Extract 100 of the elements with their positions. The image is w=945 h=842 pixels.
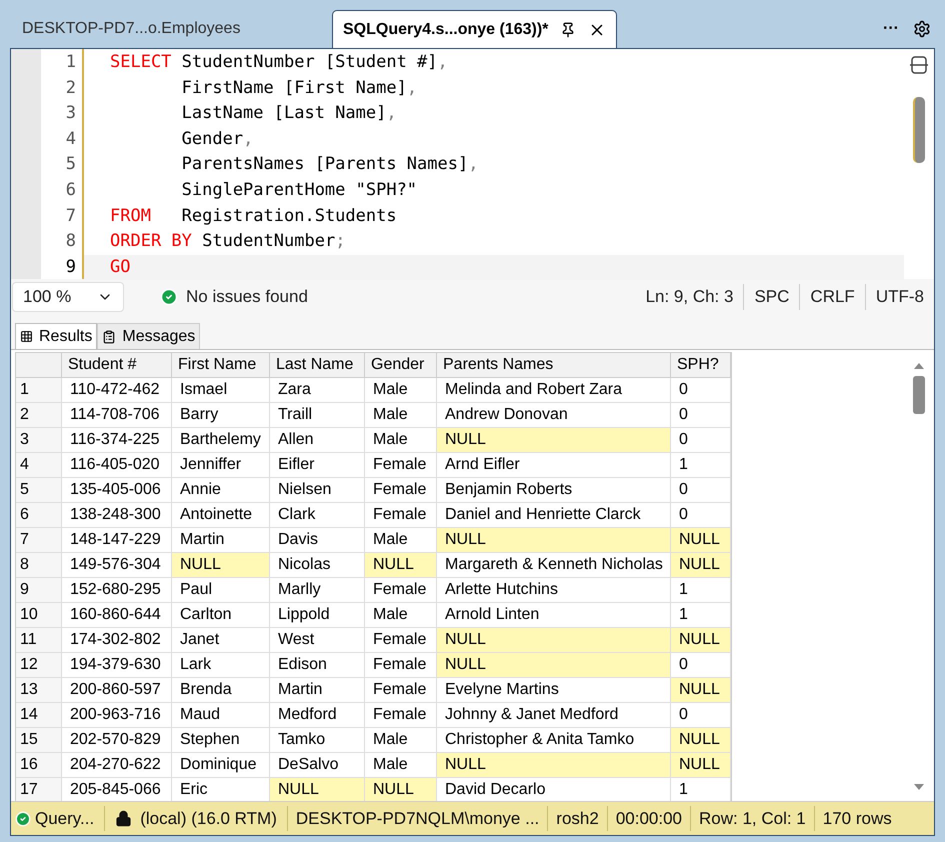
editor-status-item: Ln: 9, Ch: 3 <box>644 286 734 308</box>
zoom-dropdown[interactable]: 100 % <box>12 282 124 312</box>
code-line: ORDER BY StudentNumber; <box>110 231 346 252</box>
line-number: 7 <box>64 204 77 228</box>
row-header[interactable]: 5 <box>16 478 62 503</box>
row-header[interactable]: 2 <box>16 403 62 428</box>
row-header[interactable]: 7 <box>16 528 62 553</box>
table-cell: Lark <box>172 653 270 678</box>
table-cell: 202-570-829 <box>62 728 172 753</box>
table-cell: Stephen <box>172 728 270 753</box>
row-header[interactable]: 12 <box>16 653 62 678</box>
scrollbar-thumb[interactable] <box>913 376 925 414</box>
scrollbar-thumb[interactable] <box>913 97 925 163</box>
table-cell: Margareth & Kenneth Nicholas <box>437 553 671 578</box>
table-cell: Benjamin Roberts <box>437 478 671 503</box>
table-cell: NULL <box>437 753 671 778</box>
table-cell: 138-248-300 <box>62 503 172 528</box>
code-line: SELECT StudentNumber [Student #], <box>110 52 448 72</box>
issues-status: No issues found <box>186 286 308 308</box>
table-cell: NULL <box>671 628 731 653</box>
row-header[interactable]: 9 <box>16 578 62 603</box>
table-cell: NULL <box>437 653 671 678</box>
table-cell: 0 <box>671 428 731 453</box>
table-cell: Male <box>365 603 437 628</box>
row-header[interactable]: 16 <box>16 753 62 778</box>
cursor-position: Row: 1, Col: 1 <box>691 806 815 832</box>
table-cell: 110-472-462 <box>62 378 172 403</box>
table-cell: West <box>270 628 365 653</box>
split-icon[interactable] <box>909 55 929 75</box>
table-cell: Dominique <box>172 753 270 778</box>
row-header[interactable]: 17 <box>16 778 62 803</box>
row-header[interactable]: 6 <box>16 503 62 528</box>
clipboard-icon <box>102 330 116 344</box>
table-cell: 114-708-706 <box>62 403 172 428</box>
line-number: 9 <box>64 256 77 279</box>
row-header[interactable]: 1 <box>16 378 62 403</box>
editor-status-item: UTF-8 <box>864 284 934 310</box>
line-number: 6 <box>64 178 77 202</box>
table-cell: Male <box>365 728 437 753</box>
column-header[interactable]: First Name <box>172 353 270 378</box>
code-line: GO <box>110 256 130 277</box>
table-cell: Barthelemy <box>172 428 270 453</box>
table-cell: NULL <box>172 553 270 578</box>
lock-icon <box>115 810 132 827</box>
table-cell: Maud <box>172 703 270 728</box>
row-header[interactable]: 11 <box>16 628 62 653</box>
table-cell: 116-405-020 <box>62 453 172 478</box>
table-cell: Tamko <box>270 728 365 753</box>
table-cell: Edison <box>270 653 365 678</box>
table-cell: Arnd Eifler <box>437 453 671 478</box>
line-number: 2 <box>64 76 77 100</box>
query-status: Query... <box>35 806 106 832</box>
table-cell: 194-379-630 <box>62 653 172 678</box>
grid-icon <box>20 330 33 343</box>
table-cell: Jenniffer <box>172 453 270 478</box>
document-tab[interactable]: DESKTOP-PD7...o.Employees <box>12 10 332 48</box>
table-cell: Davis <box>270 528 365 553</box>
row-header[interactable]: 14 <box>16 703 62 728</box>
row-header[interactable]: 13 <box>16 678 62 703</box>
table-cell: 1 <box>671 453 731 478</box>
pin-icon[interactable] <box>560 22 576 38</box>
table-cell: NULL <box>671 753 731 778</box>
row-header[interactable]: 4 <box>16 453 62 478</box>
table-cell: 0 <box>671 378 731 403</box>
table-cell: NULL <box>671 728 731 753</box>
row-header[interactable]: 15 <box>16 728 62 753</box>
table-cell: 148-147-229 <box>62 528 172 553</box>
table-cell: NULL <box>437 528 671 553</box>
table-cell: Carlton <box>172 603 270 628</box>
more-button[interactable]: ··· <box>883 17 899 41</box>
table-cell: Allen <box>270 428 365 453</box>
results-tab[interactable]: Messages <box>97 323 200 349</box>
table-cell: Female <box>365 503 437 528</box>
row-header[interactable]: 3 <box>16 428 62 453</box>
row-count: 170 rows <box>822 808 893 830</box>
table-cell: 200-963-716 <box>62 703 172 728</box>
document-tab[interactable]: SQLQuery4.s...onye (163))* <box>332 10 618 48</box>
column-header[interactable]: Last Name <box>270 353 365 378</box>
code-line: ParentsNames [Parents Names], <box>180 154 478 174</box>
table-cell: Janet <box>172 628 270 653</box>
table-cell: Female <box>365 678 437 703</box>
results-tab[interactable]: Results <box>15 323 98 349</box>
table-cell: Antoinette <box>172 503 270 528</box>
column-header[interactable]: Gender <box>365 353 437 378</box>
settings-icon[interactable] <box>913 20 931 38</box>
table-cell: 200-860-597 <box>62 678 172 703</box>
table-cell: 135-405-006 <box>62 478 172 503</box>
table-cell: Evelyne Martins <box>437 678 671 703</box>
column-header[interactable]: Student # <box>62 353 172 378</box>
line-number: 3 <box>64 102 77 126</box>
table-cell: Annie <box>172 478 270 503</box>
column-header[interactable]: Parents Names <box>437 353 671 378</box>
table-cell: NULL <box>671 678 731 703</box>
row-header[interactable]: 10 <box>16 603 62 628</box>
column-header[interactable]: SPH? <box>671 353 731 378</box>
editor-status-item: CRLF <box>799 284 865 310</box>
line-number: 5 <box>64 153 77 176</box>
table-cell: 174-302-802 <box>62 628 172 653</box>
row-header[interactable]: 8 <box>16 553 62 578</box>
table-cell: Male <box>365 403 437 428</box>
